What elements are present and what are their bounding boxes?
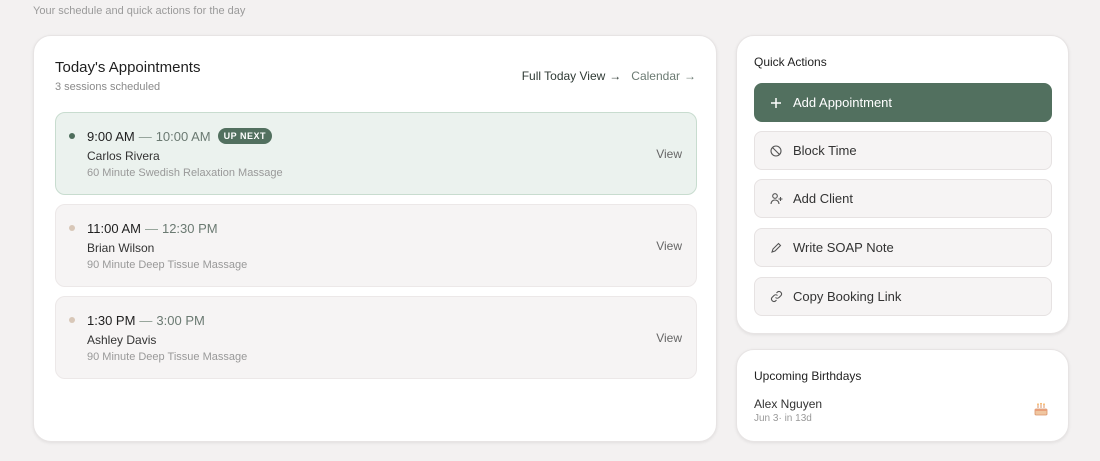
add-client-button[interactable]: Add Client	[754, 179, 1052, 218]
appointment-time: 1:30 PM — 3:00 PM	[87, 311, 205, 329]
appointment-row[interactable]: 9:00 AM — 10:00 AM UP NEXT Carlos Rivera…	[55, 112, 697, 195]
appointments-title: Today's Appointments	[55, 59, 201, 76]
birthday-date: Jun 3· in 13d	[754, 413, 812, 424]
service-name: 60 Minute Swedish Relaxation Massage	[87, 167, 283, 179]
birthday-client-name: Alex Nguyen	[754, 397, 823, 411]
plus-icon	[769, 96, 783, 110]
client-name: Brian Wilson	[87, 241, 155, 255]
add-appointment-label: Add Appointment	[793, 95, 893, 110]
upcoming-birthdays-card: Upcoming Birthdays Alex Nguyen Jun 3· in…	[736, 349, 1069, 442]
calendar-link[interactable]: Calendar →	[631, 69, 696, 83]
link-icon	[769, 290, 783, 304]
copy-booking-link-label: Copy Booking Link	[793, 289, 902, 304]
service-name: 90 Minute Deep Tissue Massage	[87, 351, 248, 363]
service-name: 90 Minute Deep Tissue Massage	[87, 259, 248, 271]
status-dot	[69, 317, 75, 323]
time-separator: —	[139, 312, 153, 328]
view-appointment-button[interactable]: View	[656, 147, 682, 161]
add-appointment-button[interactable]: Add Appointment	[754, 83, 1052, 122]
appointment-time: 9:00 AM — 10:00 AM UP NEXT	[87, 127, 272, 145]
calendar-label: Calendar	[631, 69, 680, 83]
time-separator: —	[144, 220, 158, 236]
copy-booking-link-button[interactable]: Copy Booking Link	[754, 277, 1052, 316]
appointments-header-links: Full Today View → Calendar →	[522, 69, 696, 83]
appointments-count: 3 sessions scheduled	[55, 81, 161, 93]
status-dot	[69, 133, 75, 139]
up-next-badge: UP NEXT	[217, 128, 272, 144]
write-soap-note-label: Write SOAP Note	[793, 240, 894, 255]
client-name: Carlos Rivera	[87, 149, 160, 163]
end-time: 10:00 AM	[155, 128, 211, 144]
quick-actions-card: Quick Actions Add Appointment Block Time…	[736, 35, 1069, 334]
start-time: 9:00 AM	[87, 128, 135, 144]
time-separator: —	[138, 128, 152, 144]
arrow-right-icon: →	[609, 69, 622, 83]
start-time: 11:00 AM	[87, 220, 141, 236]
upcoming-birthdays-title: Upcoming Birthdays	[754, 369, 862, 383]
full-today-view-link[interactable]: Full Today View →	[522, 69, 622, 83]
appointment-row[interactable]: 1:30 PM — 3:00 PM Ashley Davis 90 Minute…	[55, 296, 697, 379]
pencil-icon	[769, 241, 783, 255]
appointment-row[interactable]: 11:00 AM — 12:30 PM Brian Wilson 90 Minu…	[55, 204, 697, 287]
cake-icon	[1034, 402, 1048, 416]
write-soap-note-button[interactable]: Write SOAP Note	[754, 228, 1052, 267]
view-appointment-button[interactable]: View	[656, 239, 682, 253]
client-name: Ashley Davis	[87, 333, 157, 347]
view-appointment-button[interactable]: View	[656, 331, 682, 345]
appointments-card: Today's Appointments 3 sessions schedule…	[33, 35, 717, 442]
end-time: 12:30 PM	[161, 220, 218, 236]
block-time-button[interactable]: Block Time	[754, 131, 1052, 170]
user-plus-icon	[769, 192, 783, 206]
status-dot	[69, 225, 75, 231]
full-today-view-label: Full Today View	[521, 69, 606, 83]
block-icon	[769, 144, 783, 158]
start-time: 1:30 PM	[87, 312, 136, 328]
appointment-time: 11:00 AM — 12:30 PM	[87, 219, 218, 237]
block-time-label: Block Time	[793, 143, 857, 158]
add-client-label: Add Client	[793, 191, 853, 206]
arrow-right-icon: →	[684, 69, 696, 83]
quick-actions-title: Quick Actions	[754, 55, 827, 69]
end-time: 3:00 PM	[156, 312, 205, 328]
page-subtitle: Your schedule and quick actions for the …	[33, 5, 246, 17]
